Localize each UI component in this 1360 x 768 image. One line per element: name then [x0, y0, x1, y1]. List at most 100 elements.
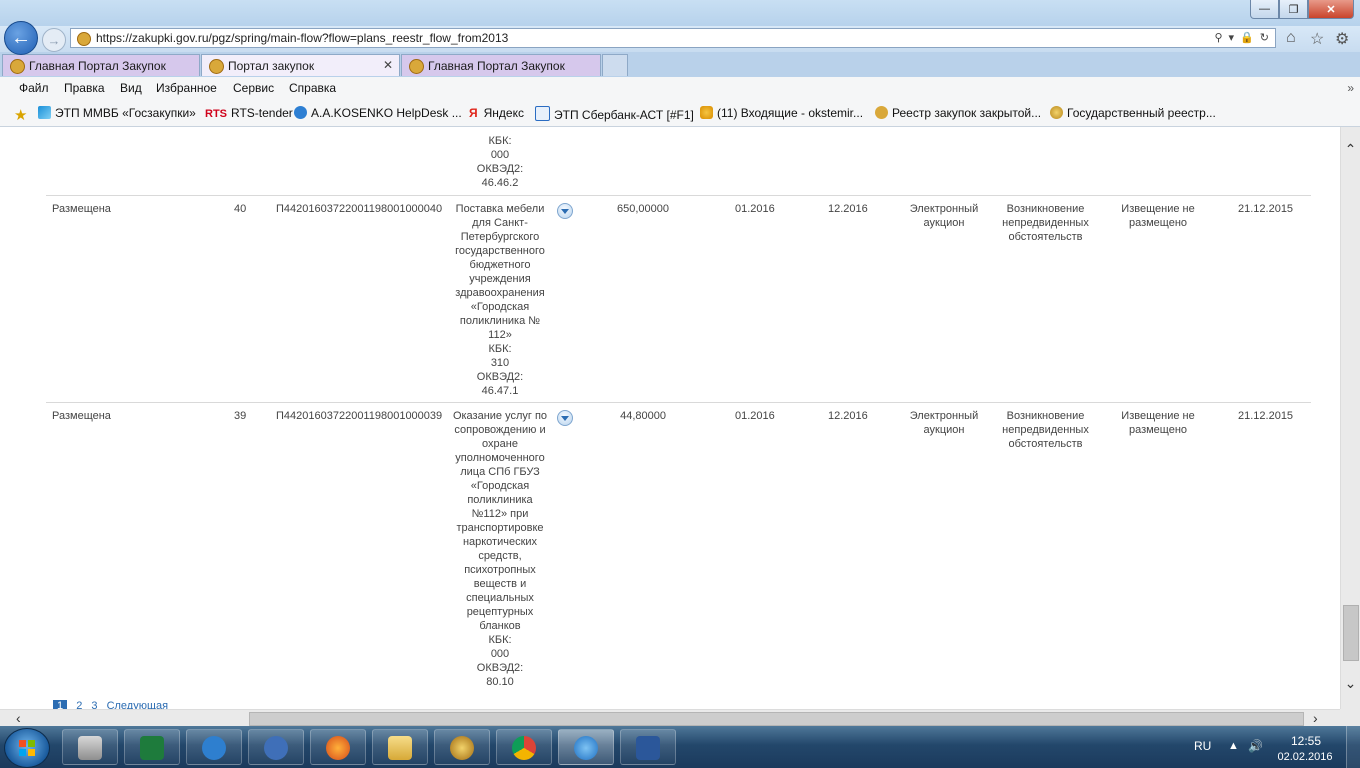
window-title-bar: — ❐ ✕ [0, 0, 1360, 26]
desc-line: государственного [455, 245, 545, 257]
kbk-value: 000 [490, 149, 510, 161]
desc-line: Петербургского [460, 231, 540, 243]
row-expand-dropdown-icon[interactable] [557, 410, 573, 426]
taskbar-app-ie[interactable] [558, 729, 614, 765]
start-button[interactable] [4, 728, 50, 768]
fav-rts-tender[interactable]: RTS RTS-tender [205, 106, 293, 120]
tray-arrow-icon[interactable]: ▲ [1228, 740, 1239, 752]
desc-line: «Городская [470, 480, 530, 492]
desc-line: средств, [478, 550, 522, 562]
fav-state-registry[interactable]: Государственный реестр... [1050, 106, 1216, 120]
taskbar-app-word[interactable] [620, 729, 676, 765]
taskbar-app-explorer[interactable] [372, 729, 428, 765]
taskbar-app-firefox[interactable] [310, 729, 366, 765]
language-indicator[interactable]: RU [1194, 739, 1211, 753]
desc-line: бланков [479, 620, 521, 632]
row-start-period: 01.2016 [735, 410, 775, 422]
taskbar-app-remote[interactable] [248, 729, 304, 765]
desc-line: уполномоченного [455, 452, 545, 464]
row-date: 21.12.2015 [1238, 203, 1294, 215]
menu-file[interactable]: Файл [19, 81, 49, 95]
tab-strip: Главная Портал Закупок Портал закупок ✕ … [0, 52, 1360, 78]
desc-line: «Городская [470, 301, 530, 313]
page-current[interactable]: 1 [53, 700, 68, 709]
scroll-down-icon[interactable]: ⌄ [1341, 675, 1360, 692]
gear-icon[interactable]: ⚙ [1335, 29, 1349, 49]
vertical-scrollbar[interactable]: ⌃ ⌄ [1340, 127, 1360, 709]
close-button[interactable]: ✕ [1308, 0, 1354, 19]
favorites-star-icon[interactable]: ☆ [1310, 29, 1324, 49]
volume-icon[interactable]: 🔊 [1248, 739, 1263, 753]
desc-line: 80.10 [486, 676, 514, 688]
remote-icon [264, 736, 288, 760]
new-tab-button[interactable] [602, 54, 628, 76]
ie-icon [574, 736, 598, 760]
dropdown-icon[interactable]: ▾ [1229, 31, 1235, 44]
restore-button[interactable]: ❐ [1279, 0, 1308, 19]
desc-line: лица СПб ГБУЗ [460, 466, 540, 478]
scroll-left-icon[interactable]: ‹ [16, 710, 21, 726]
tab-procurement-portal[interactable]: Портал закупок ✕ [201, 54, 400, 76]
rts-logo-icon: RTS [205, 108, 227, 120]
mmvb-icon [38, 106, 51, 119]
row-expand-dropdown-icon[interactable] [557, 203, 573, 219]
desc-line: рецептурных [466, 606, 534, 618]
favorites-star-add-icon[interactable]: ★ [14, 106, 27, 124]
menu-help[interactable]: Справка [289, 81, 336, 95]
page-next-link[interactable]: Следующая [107, 700, 169, 709]
row-plan-code[interactable]: П44201603722001198001000039 [276, 409, 442, 423]
tab-main-portal-1[interactable]: Главная Портал Закупок [2, 54, 200, 76]
horizontal-scroll-thumb[interactable] [249, 712, 1304, 726]
emblem-icon [875, 106, 888, 119]
address-bar[interactable]: https://zakupki.gov.ru/pgz/spring/main-f… [70, 28, 1276, 48]
vertical-scroll-thumb[interactable] [1343, 605, 1359, 661]
site-favicon-icon [77, 32, 91, 46]
emblem-icon [450, 736, 474, 760]
clock-date[interactable]: 02.02.2016 [1270, 751, 1340, 763]
page-link-3[interactable]: 3 [91, 700, 97, 709]
url-text[interactable]: https://zakupki.gov.ru/pgz/spring/main-f… [96, 31, 508, 45]
menu-favorites[interactable]: Избранное [156, 81, 217, 95]
search-icon[interactable]: ⚲ [1214, 31, 1222, 44]
show-desktop-button[interactable] [1346, 726, 1360, 768]
taskbar-app-skype[interactable] [186, 729, 242, 765]
taskbar-app-printer[interactable] [62, 729, 118, 765]
scroll-right-icon[interactable]: › [1313, 710, 1318, 726]
taskbar-app-chrome[interactable] [496, 729, 552, 765]
tab-close-icon[interactable]: ✕ [383, 58, 393, 72]
yandex-logo-icon: Я [469, 106, 478, 120]
scroll-up-icon[interactable]: ⌃ [1341, 141, 1360, 158]
fav-sberbank-ast[interactable]: ЭТП Сбербанк-АСТ [#F1] [535, 106, 694, 122]
page-link-2[interactable]: 2 [76, 700, 82, 709]
row-description: Поставка мебели для Санкт- Петербургског… [446, 202, 554, 398]
row-start-period: 01.2016 [735, 203, 775, 215]
menu-edit[interactable]: Правка [64, 81, 105, 95]
home-icon[interactable]: ⌂ [1286, 29, 1296, 47]
refresh-icon[interactable]: ↻ [1260, 31, 1269, 44]
horizontal-scrollbar[interactable]: ‹ › [0, 709, 1340, 727]
fav-helpdesk[interactable]: А.А.KOSENKO HelpDesk ... [294, 106, 462, 120]
menu-view[interactable]: Вид [120, 81, 142, 95]
fav-inbox[interactable]: (11) Входящие - okstemir... [700, 106, 863, 120]
menu-tools[interactable]: Сервис [233, 81, 274, 95]
ie-page-icon [535, 106, 550, 121]
row-method: Электронный аукцион [909, 410, 979, 436]
row-plan-code[interactable]: П44201603722001198001000040 [276, 202, 442, 216]
lock-icon[interactable]: 🔒 [1240, 31, 1254, 44]
taskbar-app-zakupki[interactable] [434, 729, 490, 765]
pagination: 1 2 3 Следующая [53, 700, 174, 709]
desc-line: транспортировке [456, 522, 544, 534]
fav-mmvb[interactable]: ЭТП ММВБ «Госзакупки» [38, 106, 196, 120]
fav-closed-procurement[interactable]: Реестр закупок закрытой... [875, 106, 1041, 120]
desc-line: охране [482, 438, 518, 450]
fav-yandex[interactable]: Я Яндекс [469, 106, 524, 120]
desc-line: 310 [490, 357, 510, 369]
clock-time[interactable]: 12:55 [1276, 734, 1336, 748]
forward-button[interactable]: → [42, 28, 66, 52]
taskbar-app-excel[interactable] [124, 729, 180, 765]
desc-line: учреждения [469, 273, 531, 285]
tab-main-portal-2[interactable]: Главная Портал Закупок [401, 54, 601, 76]
chevron-right-icon[interactable]: » [1347, 81, 1354, 95]
back-button[interactable]: ← [4, 21, 38, 55]
minimize-button[interactable]: — [1250, 0, 1279, 19]
